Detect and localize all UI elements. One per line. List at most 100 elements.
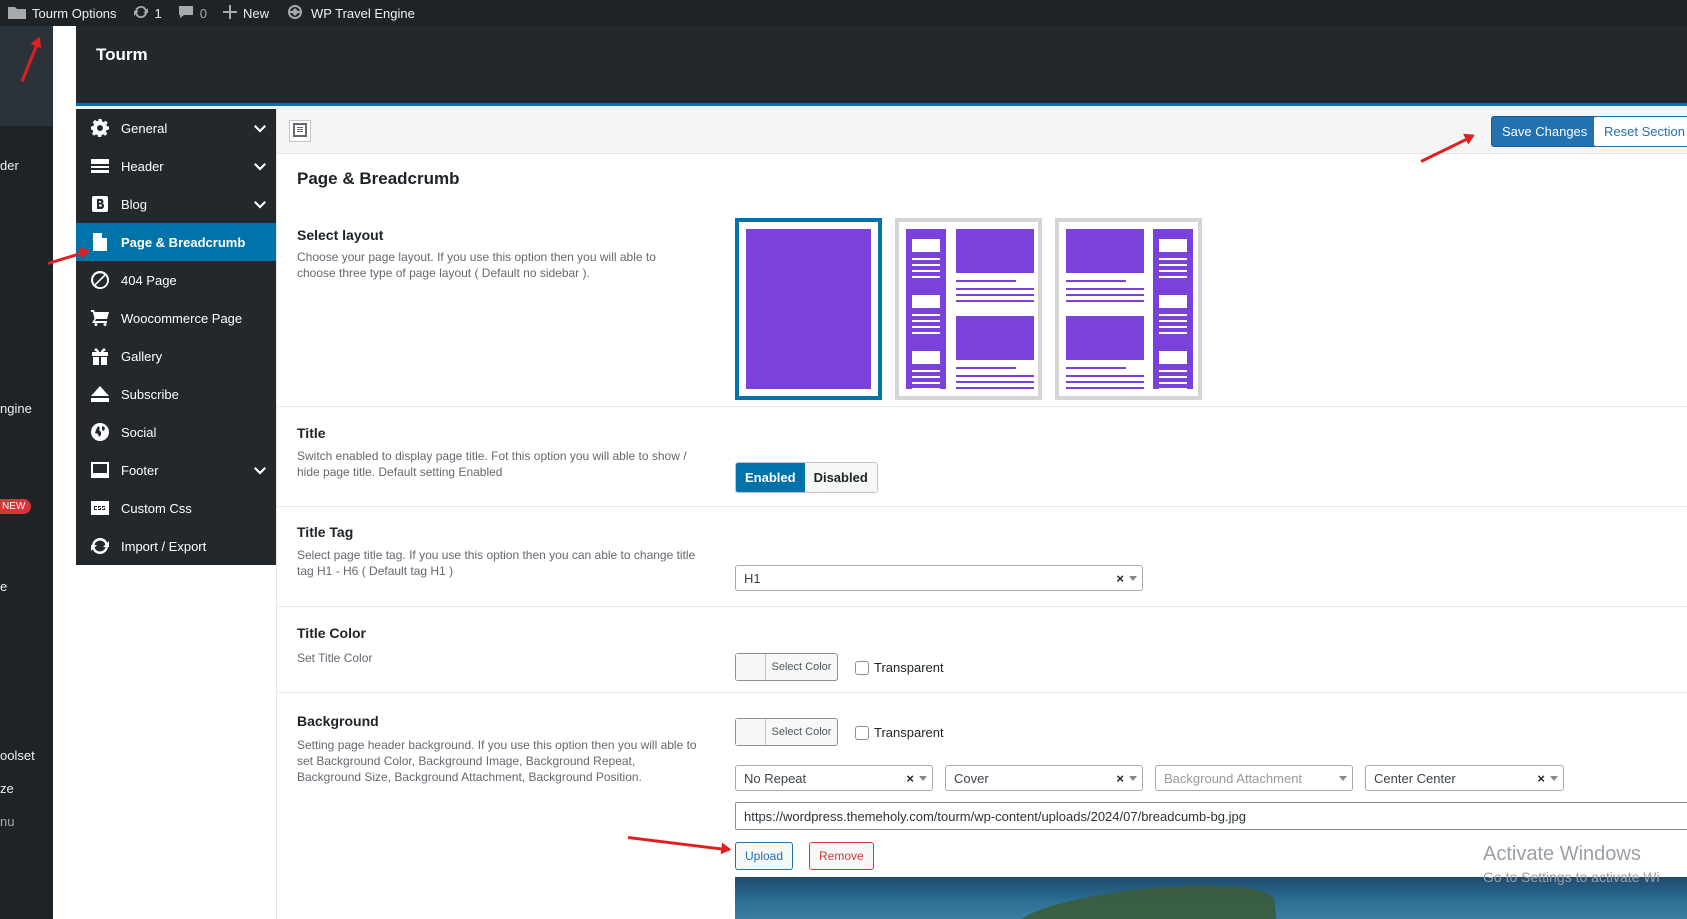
nav-item-label: Page & Breadcrumb bbox=[121, 234, 246, 250]
nav-item-page-breadcrumb[interactable]: Page & Breadcrumb bbox=[76, 223, 276, 261]
activate-windows-watermark: Activate Windows bbox=[1483, 843, 1641, 865]
select-placeholder: Background Attachment bbox=[1164, 770, 1303, 786]
nav-item-label: Footer bbox=[121, 462, 159, 478]
ban-icon bbox=[89, 270, 111, 290]
wp-menu-item-fragment[interactable]: oolset bbox=[0, 748, 35, 763]
nav-item-blog[interactable]: Blog bbox=[76, 185, 276, 223]
plugin-label: WP Travel Engine bbox=[311, 5, 415, 21]
header-icon bbox=[89, 156, 111, 176]
section-title: Page & Breadcrumb bbox=[297, 169, 460, 188]
title-color-picker[interactable]: Select Color bbox=[735, 653, 838, 681]
nav-item-custom-css[interactable]: Custom Css bbox=[76, 489, 276, 527]
field-description: Switch enabled to display page title. Fo… bbox=[297, 449, 687, 479]
background-repeat-select[interactable]: No Repeat × bbox=[735, 765, 933, 791]
title-tag-select[interactable]: H1 × bbox=[735, 565, 1143, 591]
field-description: Choose your page layout. If you use this… bbox=[297, 250, 656, 280]
upload-button[interactable]: Upload bbox=[735, 842, 794, 870]
updates-icon bbox=[133, 4, 149, 23]
wp-menu-item-fragment[interactable]: nu bbox=[0, 814, 14, 829]
clear-icon[interactable]: × bbox=[1116, 571, 1124, 586]
nav-item-label: Header bbox=[121, 158, 164, 174]
chevron-down-icon bbox=[1129, 576, 1137, 581]
save-changes-button[interactable]: Save Changes bbox=[1491, 116, 1599, 147]
color-swatch bbox=[736, 719, 766, 745]
disabled-button[interactable]: Disabled bbox=[804, 463, 877, 492]
select-color-label: Select Color bbox=[771, 661, 832, 673]
reset-section-button[interactable]: Reset Section bbox=[1593, 116, 1687, 147]
layout-option-no-sidebar[interactable] bbox=[735, 218, 882, 400]
nav-item-label: Blog bbox=[121, 196, 148, 212]
nav-item-label: Subscribe bbox=[121, 386, 179, 402]
wp-menu-item-fragment[interactable]: ngine bbox=[0, 401, 32, 416]
chevron-down-icon bbox=[1129, 776, 1137, 781]
chevron-down-icon[interactable] bbox=[254, 121, 266, 136]
activate-windows-subtext: Go to Settings to activate Wi bbox=[1483, 869, 1660, 885]
eject-icon bbox=[89, 384, 111, 404]
wp-menu-item-fragment[interactable]: ze bbox=[0, 781, 14, 796]
layout-preview-sidebar bbox=[1153, 229, 1193, 390]
nav-item-general[interactable]: General bbox=[76, 109, 276, 147]
comments-link[interactable]: 0 bbox=[170, 0, 215, 26]
nav-item-social[interactable]: Social bbox=[76, 413, 276, 451]
background-attachment-select[interactable]: Background Attachment bbox=[1155, 765, 1353, 791]
field-description: Set Title Color bbox=[297, 651, 373, 665]
chevron-down-icon[interactable] bbox=[254, 159, 266, 174]
nav-item-label: 404 Page bbox=[121, 272, 177, 288]
clear-icon[interactable]: × bbox=[1537, 771, 1545, 786]
color-swatch bbox=[736, 654, 766, 680]
comments-count: 0 bbox=[199, 5, 208, 21]
nav-item-subscribe[interactable]: Subscribe bbox=[76, 375, 276, 413]
nav-item-label: Custom Css bbox=[121, 500, 192, 516]
select-value: Center Center bbox=[1374, 770, 1456, 786]
nav-item-woocommerce-page[interactable]: Woocommerce Page bbox=[76, 299, 276, 337]
nav-item-footer[interactable]: Footer bbox=[76, 451, 276, 489]
layout-option-right-sidebar[interactable] bbox=[1055, 218, 1202, 400]
checkbox[interactable] bbox=[855, 660, 869, 675]
background-transparent[interactable]: Transparent bbox=[855, 725, 944, 740]
remove-button[interactable]: Remove bbox=[809, 842, 874, 870]
background-position-select[interactable]: Center Center × bbox=[1365, 765, 1564, 791]
select-value: No Repeat bbox=[744, 770, 807, 786]
background-size-select[interactable]: Cover × bbox=[945, 765, 1143, 791]
background-image-url-input[interactable]: https://wordpress.themeholy.com/tourm/wp… bbox=[735, 802, 1687, 830]
expand-options-button[interactable] bbox=[289, 120, 311, 142]
layout-option-left-sidebar[interactable] bbox=[895, 218, 1042, 400]
list-icon bbox=[293, 122, 307, 140]
nav-item-import-export[interactable]: Import / Export bbox=[76, 527, 276, 565]
checkbox[interactable] bbox=[855, 725, 869, 740]
field-label: Background bbox=[297, 713, 379, 729]
site-name-link[interactable]: Tourm Options bbox=[0, 0, 125, 26]
island-shape bbox=[1013, 877, 1277, 919]
title-color-transparent[interactable]: Transparent bbox=[855, 660, 944, 675]
updates-count: 1 bbox=[154, 5, 162, 21]
field-title-toggle: Title Switch enabled to display page tit… bbox=[277, 407, 1687, 507]
nav-item-label: Gallery bbox=[121, 348, 163, 364]
select-color-label: Select Color bbox=[771, 726, 832, 738]
plus-icon bbox=[223, 4, 238, 22]
options-nav: General Header Blog Page & Breadcrumb 40… bbox=[76, 109, 276, 565]
nav-item-header[interactable]: Header bbox=[76, 147, 276, 185]
nav-item-label: Import / Export bbox=[121, 538, 207, 554]
nav-item-label: Social bbox=[121, 424, 157, 440]
enabled-button[interactable]: Enabled bbox=[736, 463, 805, 492]
field-label: Title Tag bbox=[297, 524, 354, 540]
clear-icon[interactable]: × bbox=[906, 771, 914, 786]
plugin-link[interactable]: WP Travel Engine bbox=[277, 0, 423, 26]
wp-menu-item-fragment[interactable]: der bbox=[0, 158, 19, 173]
refresh-icon bbox=[89, 536, 111, 556]
chevron-down-icon[interactable] bbox=[254, 463, 266, 478]
new-content-link[interactable]: New bbox=[215, 0, 277, 26]
field-description: Select page title tag. If you use this o… bbox=[297, 548, 696, 578]
chevron-down-icon[interactable] bbox=[254, 197, 266, 212]
background-color-picker[interactable]: Select Color bbox=[735, 718, 838, 746]
updates-link[interactable]: 1 bbox=[125, 0, 170, 26]
nav-item-404-page[interactable]: 404 Page bbox=[76, 261, 276, 299]
field-title-color: Title Color Set Title Color bbox=[277, 607, 1687, 693]
options-sidebar: General Header Blog Page & Breadcrumb 40… bbox=[76, 109, 277, 919]
field-title-tag: Title Tag Select page title tag. If you … bbox=[277, 507, 1687, 607]
new-label: New bbox=[243, 5, 270, 21]
field-label: Title Color bbox=[297, 625, 366, 641]
nav-item-gallery[interactable]: Gallery bbox=[76, 337, 276, 375]
wp-menu-item-fragment[interactable]: e bbox=[0, 579, 7, 594]
clear-icon[interactable]: × bbox=[1116, 771, 1124, 786]
